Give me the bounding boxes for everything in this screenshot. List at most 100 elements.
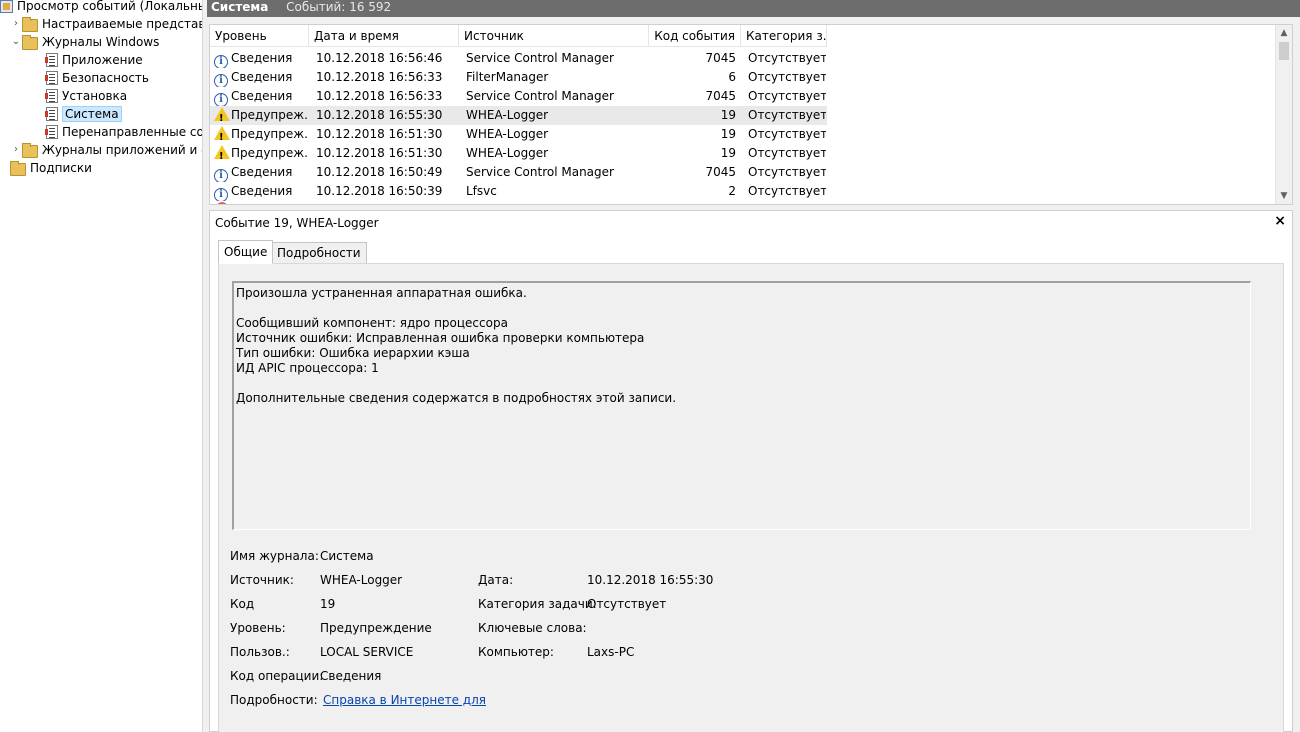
event-code: 19 — [720, 146, 736, 160]
tree-item-label: Журналы приложений и служб — [42, 143, 202, 157]
tree-system[interactable]: Система — [44, 105, 122, 123]
folder-icon — [22, 34, 38, 50]
info-icon: i — [214, 93, 228, 106]
chevron-down-icon[interactable]: ⌄ — [10, 33, 22, 51]
close-icon[interactable]: × — [1274, 213, 1286, 229]
event-level: i Сведения — [214, 163, 309, 182]
log-name-label: Имя журнала: — [230, 549, 319, 563]
event-code: 19 — [720, 108, 736, 122]
event-level: i Сведения — [214, 87, 309, 106]
user-label: Пользов.: — [230, 645, 290, 659]
event-code: 2 — [728, 184, 736, 198]
log-icon — [45, 71, 58, 85]
opcode-value: Сведения — [320, 669, 382, 683]
date-label: Дата: — [478, 573, 514, 587]
event-count: Событий: 16 592 — [286, 0, 392, 14]
code-value: 19 — [320, 597, 336, 611]
log-title: Система — [211, 0, 269, 14]
chevron-right-icon[interactable]: › — [10, 15, 22, 33]
col-level-header[interactable]: Уровень — [210, 25, 309, 47]
opcode-label: Код операции: — [230, 669, 324, 683]
tree-setup[interactable]: Установка — [44, 87, 127, 105]
tree-item-label: Журналы Windows — [42, 35, 160, 49]
description-line — [236, 301, 1248, 316]
detail-title: Событие 19, WHEA-Logger — [215, 216, 379, 230]
folder-icon — [22, 142, 38, 158]
description-line: ИД APIC процессора: 1 — [236, 361, 379, 375]
event-level: i Сведения — [214, 182, 309, 201]
event-date: 10.12.2018 16:50:39 — [316, 184, 443, 198]
event-level-text: Сведения — [231, 165, 293, 179]
scroll-down-icon[interactable]: ▼ — [1276, 188, 1292, 204]
event-category: Отсутствует — [748, 146, 826, 160]
task-category-value: Отсутствует — [587, 597, 667, 611]
event-level-text: Сведения — [231, 89, 293, 103]
event-source: Service Control Manager — [466, 89, 614, 103]
date-value: 10.12.2018 16:55:30 — [587, 573, 714, 587]
chevron-right-icon[interactable]: › — [10, 141, 22, 159]
tree-item-label: Система — [62, 106, 122, 122]
event-source: WHEA-Logger — [466, 108, 549, 122]
code-label: Код — [230, 597, 255, 611]
tree-subscriptions[interactable]: Подписки — [10, 159, 92, 177]
event-level-text: Предупреж... — [231, 127, 309, 141]
event-code: 6 — [728, 70, 736, 84]
event-row[interactable]: Предупреж... 10.12.2018 16:51:30 WHEA-Logg… — [210, 125, 827, 144]
event-source: FilterManager — [466, 70, 549, 84]
online-help-link[interactable]: Справка в Интернете для — [323, 693, 486, 707]
warning-icon — [214, 107, 230, 125]
event-category: Отсутствует — [748, 165, 826, 179]
event-level-text: Предупреж... — [231, 146, 309, 160]
event-row[interactable]: i Сведения 10.12.2018 16:50:49 Service Cont… — [210, 163, 827, 182]
tree-forwarded-events[interactable]: Перенаправленные события — [44, 123, 202, 141]
event-date: 10.12.2018 16:51:30 — [316, 127, 443, 141]
tab-general[interactable]: Общие — [218, 240, 274, 264]
event-row[interactable]: i Сведения 10.12.2018 16:56:33 Service Cont… — [210, 87, 827, 106]
event-level: Предупреж... — [214, 125, 309, 144]
col-event-code-header[interactable]: Код события — [649, 25, 741, 47]
description-line — [236, 376, 1248, 391]
scroll-up-icon[interactable]: ▲ — [1276, 25, 1292, 41]
tree-custom-views[interactable]: › Настраиваемые представления — [10, 15, 202, 33]
description-line: Сообщивший компонент: ядро процессора — [236, 316, 508, 330]
event-code: 7045 — [705, 165, 736, 179]
tree-application[interactable]: Приложение — [44, 51, 143, 69]
col-source-header[interactable]: Источник — [459, 25, 649, 47]
col-task-category-header[interactable]: Категория з... — [741, 25, 827, 47]
scroll-thumb[interactable] — [1279, 42, 1289, 60]
tree-event-viewer[interactable]: Просмотр событий (Локальный) — [0, 0, 202, 15]
tree-security[interactable]: Безопасность — [44, 69, 149, 87]
event-level: Предупреж... — [214, 106, 309, 125]
event-row[interactable]: i Сведения 10.12.2018 16:56:33 FilterManage… — [210, 68, 827, 87]
tree-app-service-logs[interactable]: › Журналы приложений и служб — [10, 141, 202, 159]
event-row[interactable]: i Сведения 10.12.2018 16:50:39 Lfsvc 2 Отсутс… — [210, 182, 827, 201]
event-category: Отсутствует — [748, 184, 826, 198]
log-icon — [45, 107, 58, 121]
event-code: 19 — [720, 127, 736, 141]
source-label: Источник: — [230, 573, 294, 587]
computer-value: Laxs-PC — [587, 645, 635, 659]
event-level-text: Предупреж... — [231, 108, 309, 122]
col-date-header[interactable]: Дата и время — [309, 25, 459, 47]
tree-windows-logs[interactable]: ⌄ Журналы Windows — [10, 33, 159, 51]
event-row[interactable]: Предупреж... 10.12.2018 16:55:30 WHEA-Logg… — [210, 106, 827, 125]
event-code: 7045 — [705, 89, 736, 103]
event-code: 7045 — [705, 51, 736, 65]
folder-icon — [10, 160, 26, 176]
info-icon: i — [214, 169, 228, 182]
log-header: Система Событий: 16 592 — [207, 0, 1300, 17]
event-category: Отсутствует — [748, 89, 826, 103]
event-list-scrollbar[interactable]: ▲ ▼ — [1275, 25, 1292, 204]
pane-splitter[interactable] — [202, 0, 207, 732]
tree-item-label: Безопасность — [62, 71, 149, 85]
event-row[interactable]: i Сведения 10.12.2018 16:56:46 Service Cont… — [210, 49, 827, 68]
more-info-label: Подробности: — [230, 693, 318, 707]
event-description[interactable]: Произошла устраненная аппаратная ошибка.… — [232, 281, 1251, 530]
event-source: Service Control Manager — [466, 165, 614, 179]
event-row[interactable]: Предупреж... 10.12.2018 16:51:30 WHEA-Logg… — [210, 144, 827, 163]
folder-icon — [22, 16, 38, 32]
event-source: WHEA-Logger — [466, 146, 549, 160]
tree-item-label: Приложение — [62, 53, 143, 67]
tab-details[interactable]: Подробности — [271, 242, 367, 264]
event-category: Отсутствует — [748, 108, 826, 122]
